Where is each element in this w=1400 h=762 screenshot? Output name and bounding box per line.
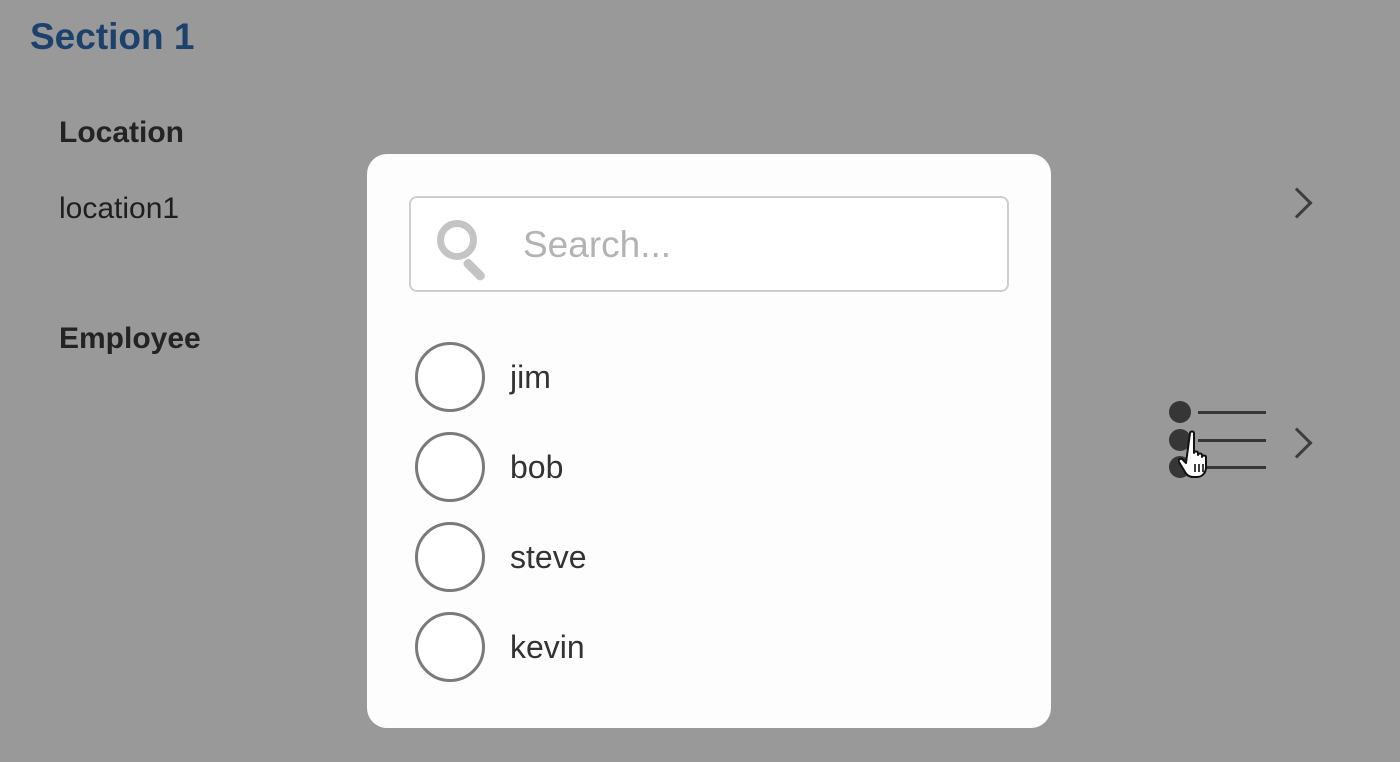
hand-pointer-cursor: [1178, 430, 1207, 478]
radio-button[interactable]: [415, 612, 485, 682]
employee-picker-dialog: jim bob steve kevin: [367, 154, 1051, 728]
option-kevin[interactable]: kevin: [415, 602, 1005, 692]
option-label: kevin: [510, 628, 585, 665]
radio-button[interactable]: [415, 342, 485, 412]
search-icon: [435, 218, 497, 283]
search-input[interactable]: [523, 220, 993, 270]
option-bob[interactable]: bob: [415, 422, 1005, 512]
search-box[interactable]: [409, 196, 1009, 292]
option-label: jim: [510, 358, 551, 395]
option-steve[interactable]: steve: [415, 512, 1005, 602]
option-label: bob: [510, 448, 564, 485]
radio-button[interactable]: [415, 522, 485, 592]
option-label: steve: [510, 538, 587, 575]
option-jim[interactable]: jim: [415, 332, 1005, 422]
employee-options-list: jim bob steve kevin: [415, 332, 1005, 692]
radio-button[interactable]: [415, 432, 485, 502]
